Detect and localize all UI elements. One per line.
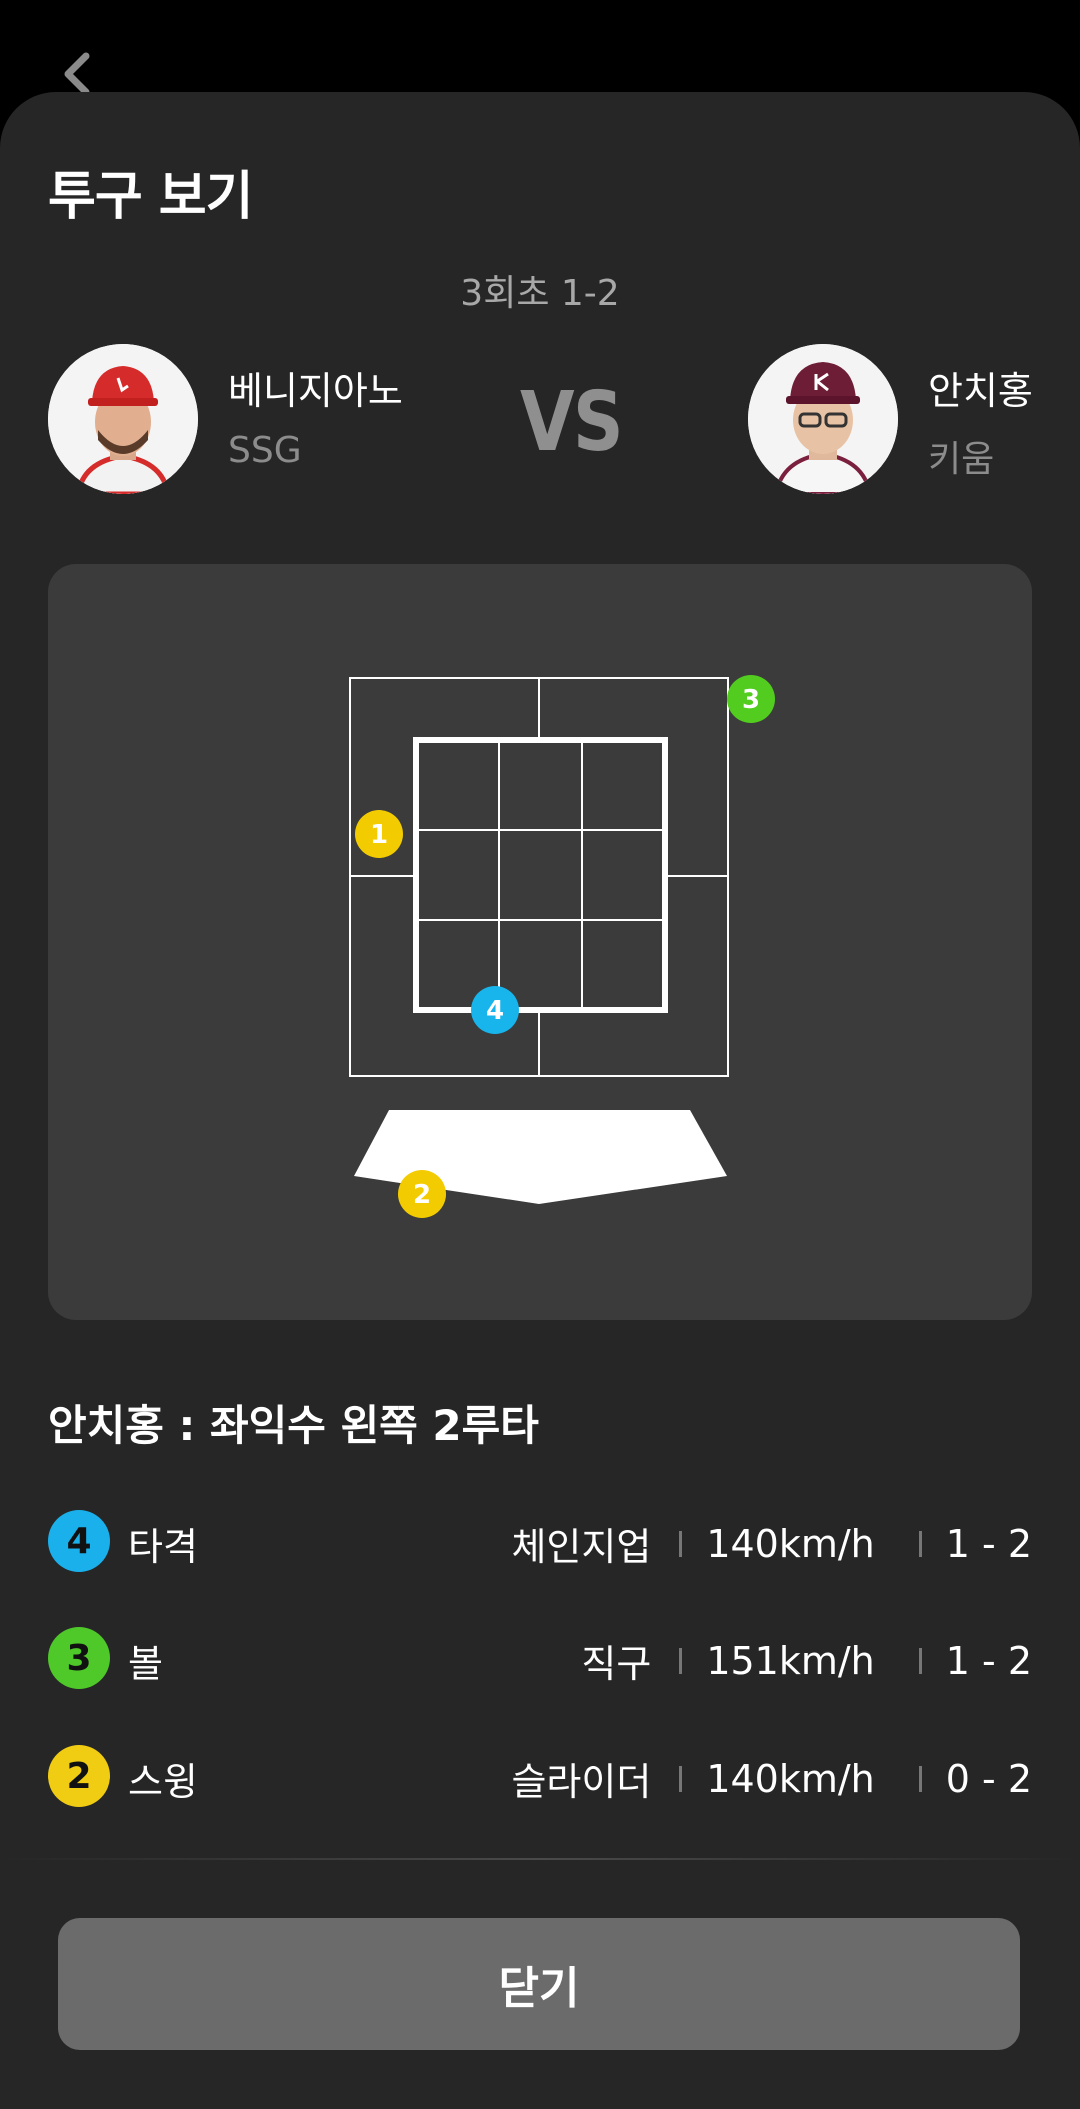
pitcher-team: SSG	[228, 430, 302, 471]
pitch-marker-4[interactable]: 4	[471, 986, 519, 1034]
pitch-result: 스윙	[128, 1760, 198, 1804]
at-bat-result: 안치홍 : 좌익수 왼쪽 2루타	[48, 1401, 539, 1450]
svg-text:2: 2	[413, 1180, 431, 1210]
pitch-view-sheet: 투구 보기 3회초 1-2 베니지아노 SSG VS 안치홍 키움 1 2 3 …	[0, 92, 1080, 2109]
pitch-type: 체인지업	[511, 1525, 652, 1569]
inner-strike-zone	[413, 737, 668, 1013]
back-icon[interactable]	[56, 52, 100, 96]
pitcher-avatar	[48, 344, 198, 494]
pitch-info: 슬라이더 140km/h 0 - 2	[511, 1751, 1032, 1806]
inning-score: 3회초 1-2	[460, 273, 620, 314]
close-button[interactable]: 닫기	[58, 1918, 1020, 2050]
pitch-row[interactable]: 4 타격 체인지업 140km/h 1 - 2	[48, 1510, 1032, 1574]
batter-name: 안치홍	[928, 369, 1033, 413]
svg-text:1: 1	[370, 820, 388, 850]
pitch-type: 직구	[581, 1642, 652, 1686]
pitcher-name: 베니지아노	[228, 369, 403, 413]
pitch-speed: 140km/h	[706, 1521, 875, 1566]
pitch-result: 볼	[128, 1642, 163, 1686]
vs-label: VS	[520, 375, 624, 470]
batter-team: 키움	[928, 439, 995, 480]
pitch-number-badge: 4	[48, 1510, 110, 1572]
pitch-type: 슬라이더	[511, 1760, 652, 1804]
separator	[918, 1530, 922, 1557]
pitch-number-badge: 3	[48, 1627, 110, 1689]
separator	[679, 1647, 683, 1674]
pitch-count: 1 - 2	[945, 1638, 1032, 1683]
separator	[679, 1530, 683, 1557]
strike-zone-chart: 1 2 3 4	[349, 675, 775, 1218]
page-title: 투구 보기	[48, 167, 253, 227]
pitch-result: 타격	[128, 1525, 198, 1569]
pitch-info: 직구 151km/h 1 - 2	[581, 1633, 1032, 1688]
pitch-count: 1 - 2	[945, 1521, 1032, 1566]
separator	[918, 1765, 922, 1792]
separator	[679, 1765, 683, 1792]
pitch-marker-1[interactable]: 1	[355, 810, 403, 858]
pitch-info: 체인지업 140km/h 1 - 2	[511, 1516, 1032, 1571]
pitch-row[interactable]: 3 볼 직구 151km/h 1 - 2	[48, 1627, 1032, 1691]
pitch-count: 0 - 2	[945, 1756, 1032, 1801]
pitch-speed: 151km/h	[706, 1638, 875, 1683]
pitch-speed: 140km/h	[706, 1756, 875, 1801]
pitch-marker-3[interactable]: 3	[727, 675, 775, 723]
pitch-marker-2[interactable]: 2	[398, 1170, 446, 1218]
pitch-number-badge: 2	[48, 1745, 110, 1807]
separator	[918, 1647, 922, 1674]
strike-zone-panel: 1 2 3 4	[48, 564, 1032, 1320]
pitch-row[interactable]: 2 스윙 슬라이더 140km/h 0 - 2	[48, 1745, 1032, 1809]
svg-text:4: 4	[486, 996, 504, 1026]
svg-text:3: 3	[742, 685, 760, 715]
batter-avatar	[748, 344, 898, 494]
divider	[0, 1858, 1080, 1860]
